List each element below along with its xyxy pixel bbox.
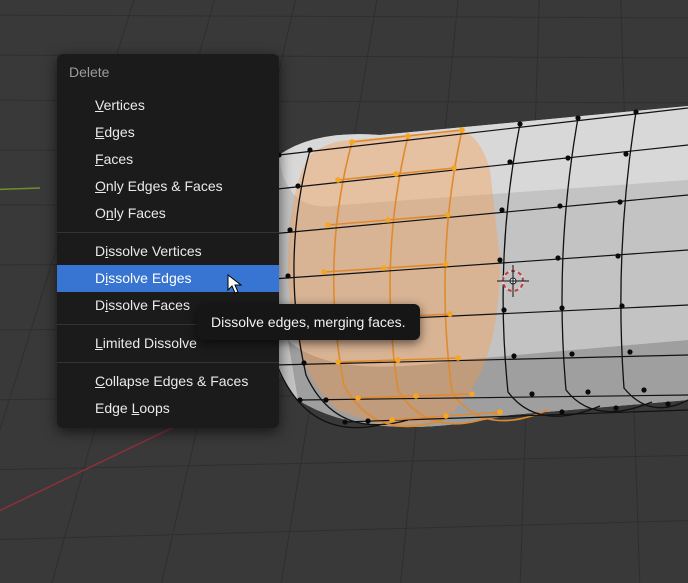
menu-item-dissolve-vertices[interactable]: Dissolve Vertices xyxy=(57,238,279,265)
menu-separator xyxy=(57,232,279,233)
menu-body: VerticesEdgesFacesOnly Edges & FacesOnly… xyxy=(57,92,279,422)
viewport-3d[interactable]: Delete VerticesEdgesFacesOnly Edges & Fa… xyxy=(0,0,688,583)
menu-item-only-edges-faces[interactable]: Only Edges & Faces xyxy=(57,173,279,200)
tooltip: Dissolve edges, merging faces. xyxy=(197,304,420,340)
delete-context-menu: Delete VerticesEdgesFacesOnly Edges & Fa… xyxy=(57,54,279,428)
menu-item-faces[interactable]: Faces xyxy=(57,146,279,173)
menu-item-only-faces[interactable]: Only Faces xyxy=(57,200,279,227)
menu-title: Delete xyxy=(57,54,279,92)
menu-item-edge-loops[interactable]: Edge Loops xyxy=(57,395,279,422)
menu-separator xyxy=(57,362,279,363)
menu-item-dissolve-edges[interactable]: Dissolve Edges xyxy=(57,265,279,292)
menu-item-collapse-edges-faces[interactable]: Collapse Edges & Faces xyxy=(57,368,279,395)
menu-item-edges[interactable]: Edges xyxy=(57,119,279,146)
menu-item-vertices[interactable]: Vertices xyxy=(57,92,279,119)
